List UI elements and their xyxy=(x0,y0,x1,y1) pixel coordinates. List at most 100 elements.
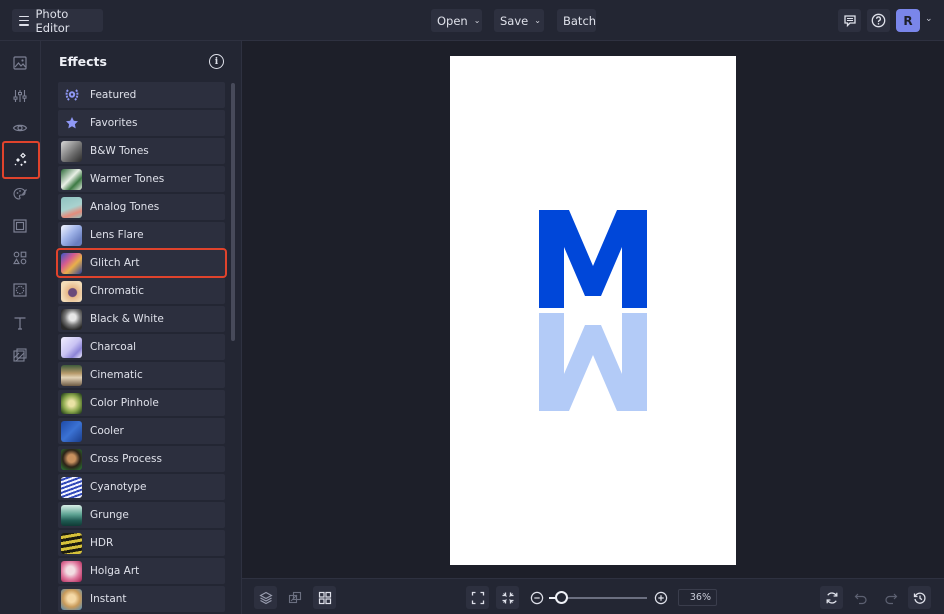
effect-item-analog-tones[interactable]: Analog Tones xyxy=(58,194,225,220)
effect-thumbnail-image xyxy=(61,224,82,246)
save-label: Save xyxy=(500,13,529,28)
canvas-area xyxy=(242,41,944,578)
effect-thumbnail-image xyxy=(61,168,82,190)
help-button[interactable] xyxy=(867,9,890,32)
eye-icon xyxy=(12,124,28,132)
zoom-out-button[interactable] xyxy=(525,586,548,609)
account-chevron-down-icon[interactable]: ⌄ xyxy=(925,14,933,24)
laurel-icon xyxy=(61,85,82,106)
zoom-slider-track[interactable] xyxy=(557,597,647,599)
compare-button[interactable] xyxy=(283,586,306,609)
overlay-icon xyxy=(13,283,27,297)
effect-item-favorites[interactable]: Favorites xyxy=(58,110,225,136)
effect-thumbnail-image xyxy=(61,504,82,526)
image-icon xyxy=(13,56,27,70)
reset-button[interactable] xyxy=(820,586,843,609)
effect-item-label: Holga Art xyxy=(90,565,140,577)
effect-item-featured[interactable]: Featured xyxy=(58,82,225,108)
refresh-icon xyxy=(826,591,837,604)
layers-icon xyxy=(258,591,273,604)
redo-icon xyxy=(884,593,897,604)
feedback-button[interactable] xyxy=(838,9,861,32)
image-canvas[interactable] xyxy=(450,56,736,565)
sparkles-icon xyxy=(14,152,27,167)
undo-icon xyxy=(854,593,867,604)
zoom-percent-field[interactable]: 36% xyxy=(678,589,717,606)
effect-item-color-pinhole[interactable]: Color Pinhole xyxy=(58,390,225,416)
save-button[interactable]: Save ⌄ xyxy=(494,9,544,32)
actual-size-button[interactable] xyxy=(496,586,519,609)
effect-thumbnail-image xyxy=(61,476,82,498)
effect-item-b-w-tones[interactable]: B&W Tones xyxy=(58,138,225,164)
textures-icon xyxy=(13,348,27,362)
rail-effects-tool[interactable] xyxy=(2,141,40,179)
effect-item-label: Cross Process xyxy=(90,453,162,465)
effect-item-label: Color Pinhole xyxy=(90,397,159,409)
effect-item-label: Featured xyxy=(90,89,137,101)
logo-letter-m xyxy=(539,210,647,308)
effect-item-label: Grunge xyxy=(90,509,129,521)
effect-thumbnail-image xyxy=(61,532,82,554)
star-icon xyxy=(61,113,82,134)
effect-item-cooler[interactable]: Cooler xyxy=(58,418,225,444)
panel-scrollbar[interactable] xyxy=(231,83,235,341)
app-title: Photo Editor xyxy=(35,6,70,35)
effect-thumbnail-image xyxy=(61,308,82,330)
effects-list: Featured Favorites B&W Tones Warmer Tones An… xyxy=(56,82,227,614)
zoom-slider-handle[interactable] xyxy=(555,591,568,604)
expand-icon xyxy=(471,591,484,604)
effect-item-label: Glitch Art xyxy=(90,257,140,269)
effect-item-label: Favorites xyxy=(90,117,138,129)
effect-item-label: Chromatic xyxy=(90,285,144,297)
grid-view-button[interactable] xyxy=(313,586,336,609)
bottom-bar: 36% xyxy=(242,578,944,614)
effect-item-holga-art[interactable]: Holga Art xyxy=(58,558,225,584)
redo-button[interactable] xyxy=(879,586,902,609)
comment-icon xyxy=(843,14,856,27)
info-icon[interactable]: i xyxy=(209,54,224,69)
undo-button[interactable] xyxy=(849,586,872,609)
effect-thumbnail-image xyxy=(61,420,82,442)
open-label: Open xyxy=(437,13,468,28)
user-avatar[interactable]: R xyxy=(896,9,920,32)
plus-circle-icon xyxy=(654,591,667,604)
effect-item-chromatic[interactable]: Chromatic xyxy=(58,278,225,304)
rail-adjust-tool[interactable] xyxy=(8,84,32,108)
effect-item-charcoal[interactable]: Charcoal xyxy=(58,334,225,360)
effect-item-instant[interactable]: Instant xyxy=(58,586,225,612)
rail-artsy-tool[interactable] xyxy=(8,182,32,206)
palette-icon xyxy=(13,187,27,200)
effect-item-grunge[interactable]: Grunge xyxy=(58,502,225,528)
effect-thumbnail-image xyxy=(61,588,82,610)
effect-item-warmer-tones[interactable]: Warmer Tones xyxy=(58,166,225,192)
effect-item-glitch-art[interactable]: Glitch Art xyxy=(56,248,227,278)
history-button[interactable] xyxy=(908,586,931,609)
history-icon xyxy=(913,592,926,604)
tool-rail xyxy=(0,41,41,614)
effect-item-label: Analog Tones xyxy=(90,201,160,213)
rail-image-tool[interactable] xyxy=(8,51,32,75)
effect-thumbnail-image xyxy=(61,280,82,302)
effect-item-cinematic[interactable]: Cinematic xyxy=(58,362,225,388)
rail-text-tool[interactable] xyxy=(8,311,32,335)
effect-item-cyanotype[interactable]: Cyanotype xyxy=(58,474,225,500)
effect-item-cross-process[interactable]: Cross Process xyxy=(58,446,225,472)
zoom-in-button[interactable] xyxy=(649,586,672,609)
rail-touchup-tool[interactable] xyxy=(8,116,32,140)
chevron-down-icon: ⌄ xyxy=(534,16,541,25)
fit-to-screen-button[interactable] xyxy=(466,586,489,609)
effect-item-hdr[interactable]: HDR xyxy=(58,530,225,556)
effect-item-lens-flare[interactable]: Lens Flare xyxy=(58,222,225,248)
layers-button[interactable] xyxy=(254,586,277,609)
effect-thumbnail-image xyxy=(61,560,82,582)
rail-textures-tool[interactable] xyxy=(8,343,32,367)
rail-graphics-tool[interactable] xyxy=(8,246,32,270)
main-menu-button[interactable]: Photo Editor xyxy=(12,6,103,35)
grid-icon xyxy=(318,591,331,604)
rail-frames-tool[interactable] xyxy=(8,214,32,238)
open-button[interactable]: Open ⌄ xyxy=(431,9,482,32)
batch-button[interactable]: Batch xyxy=(557,9,596,32)
rail-overlays-tool[interactable] xyxy=(8,278,32,302)
effect-thumbnail-image xyxy=(61,364,82,386)
effect-item-black-white[interactable]: Black & White xyxy=(58,306,225,332)
